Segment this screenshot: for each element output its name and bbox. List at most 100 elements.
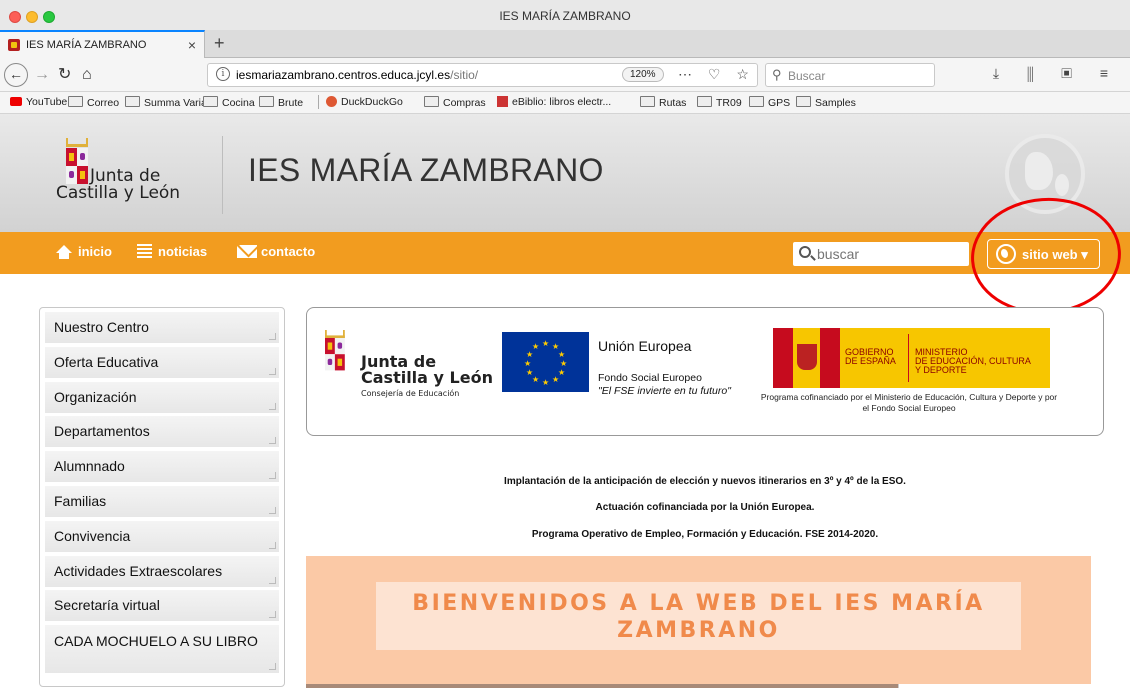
coat-of-arms-icon [325, 338, 345, 371]
site-header: Junta de Castilla y León IES MARÍA ZAMBR… [0, 114, 1130, 232]
bookmark-gps[interactable]: GPS [749, 96, 790, 109]
eu-flag-icon: ★ ★ ★ ★ ★ ★ ★ ★ ★ ★ ★ ★ [502, 332, 589, 392]
globe-icon [996, 244, 1016, 264]
reload-button[interactable]: ↻ [58, 64, 71, 86]
logo-line2: Castilla y León [56, 183, 181, 203]
eu-motto: "El FSE invierte en tu futuro" [598, 385, 731, 397]
junta-castilla-leon-logo[interactable]: Junta de Castilla y León [56, 134, 216, 214]
globe-watermark-icon [1005, 134, 1085, 214]
site-info-icon[interactable]: i [216, 67, 230, 81]
sidebar-item-convivencia[interactable]: Convivencia [45, 520, 279, 552]
crown-icon [325, 330, 345, 339]
bookmark-ebiblio[interactable]: eBiblio: libros electr... [497, 96, 611, 108]
bookmark-separator [318, 95, 319, 109]
zoom-level-badge[interactable]: 120% [622, 67, 664, 82]
welcome-line1: BIENVENIDOS A LA WEB DEL IES MARÍA [412, 591, 985, 616]
nav-inicio-label: inicio [78, 244, 112, 259]
welcome-photo [306, 684, 898, 688]
bookmark-summa-varia[interactable]: Summa Varia [125, 96, 207, 109]
bookmark-duckduckgo[interactable]: DuckDuckGo [326, 96, 403, 108]
sidebar-item-cada-mochuelo[interactable]: CADA MOCHUELO A SU LIBRO [45, 625, 279, 674]
site-search-input[interactable] [817, 246, 962, 262]
eu-title: Unión Europea [598, 338, 692, 354]
crown-icon [66, 138, 88, 147]
nav-contacto-label: contacto [261, 244, 316, 259]
bookmark-rutas[interactable]: Rutas [640, 96, 686, 109]
toolbar-icons[interactable]: ⤓ ⫼ ▣ ≡ [993, 65, 1120, 82]
sitio-web-dropdown-button[interactable]: sitio web ▾ [987, 239, 1100, 269]
sidebar-item-familias[interactable]: Familias [45, 485, 279, 517]
cofinancing-caption: Programa cofinanciado por el Ministerio … [760, 392, 1058, 413]
site-title: IES MARÍA ZAMBRANO [248, 152, 604, 188]
bookmarks-bar: YouTube Correo Summa Varia Cocina Brute … [0, 92, 1130, 114]
gov-separator [908, 334, 909, 382]
browser-search-bar[interactable]: ⚲ Buscar [765, 63, 935, 87]
home-button[interactable]: ⌂ [82, 64, 92, 86]
back-button[interactable]: ← [4, 63, 28, 87]
url-host: iesmariazambrano.centros.educa.jcyl.es [236, 68, 451, 82]
notice-line-3: Programa Operativo de Empleo, Formación … [531, 529, 879, 540]
site-search-box[interactable] [793, 242, 969, 266]
close-tab-icon[interactable]: × [188, 37, 196, 53]
welcome-line2: ZAMBRANO [617, 618, 780, 643]
notice-line-2: Actuación cofinanciada por la Unión Euro… [595, 502, 815, 513]
sidebar-item-secretaria-virtual[interactable]: Secretaría virtual [45, 590, 279, 622]
page-actions-icons[interactable]: ⋯ ♡ ☆ [678, 66, 755, 83]
site-favicon-icon [8, 39, 20, 51]
notice-line-1: Implantación de la anticipación de elecc… [504, 476, 906, 487]
gobierno-espana-text: GOBIERNO DE ESPAÑA [845, 347, 896, 366]
url-path: /sitio/ [450, 68, 479, 82]
url-text[interactable]: iesmariazambrano.centros.educa.jcyl.es/s… [236, 68, 478, 82]
header-divider [222, 136, 223, 214]
sidebar-item-nuestro-centro[interactable]: Nuestro Centro [45, 312, 279, 343]
jcyl-small-line3: Consejería de Educación [361, 389, 460, 398]
sidebar-item-organizacion[interactable]: Organización [45, 381, 279, 413]
bookmark-tr09[interactable]: TR09 [697, 96, 742, 109]
search-icon [799, 246, 811, 258]
spain-flag-icon [773, 328, 840, 388]
bookmark-samples[interactable]: Samples [796, 96, 856, 109]
junta-castilla-leon-small-logo: Junta de Castilla y León Consejería de E… [325, 330, 493, 400]
sidebar-item-oferta-educativa[interactable]: Oferta Educativa [45, 346, 279, 378]
cofinancing-logos-panel: Junta de Castilla y León Consejería de E… [306, 307, 1104, 436]
welcome-side-panel [898, 684, 1091, 688]
sidebar-item-alumnado[interactable]: Alumnnado [45, 451, 279, 483]
site-nav-bar: inicio noticias contacto sitio web ▾ [0, 232, 1130, 274]
bookmark-cocina[interactable]: Cocina [203, 96, 255, 109]
welcome-banner: BIENVENIDOS A LA WEB DEL IES MARÍA ZAMBR… [306, 556, 1091, 688]
bookmark-brute[interactable]: Brute [259, 96, 303, 109]
jcyl-small-line2: Castilla y León [361, 368, 493, 387]
spain-coat-of-arms-icon [795, 342, 819, 372]
home-icon [56, 245, 72, 259]
bookmark-correo[interactable]: Correo [68, 96, 119, 109]
sitio-web-label: sitio web ▾ [1022, 247, 1088, 262]
sidebar-menu: Nuestro Centro Oferta Educativa Organiza… [39, 307, 285, 687]
ministerio-educacion-logo: GOBIERNO DE ESPAÑA MINISTERIO DE EDUCACI… [773, 328, 1050, 388]
bookmark-compras[interactable]: Compras [424, 96, 486, 109]
browser-search-placeholder: Buscar [788, 69, 826, 83]
new-tab-button[interactable]: + [214, 33, 225, 54]
mail-icon [237, 245, 257, 258]
news-icon [137, 244, 152, 258]
sidebar-item-actividades-extraescolares[interactable]: Actividades Extraescolares [45, 555, 279, 587]
browser-toolbar: ← → ↻ ⌂ i iesmariazambrano.centros.educa… [0, 58, 1130, 92]
bookmark-youtube[interactable]: YouTube [10, 96, 67, 108]
eu-fund: Fondo Social Europeo [598, 372, 702, 384]
window-title: IES MARÍA ZAMBRANO [499, 9, 631, 23]
coat-of-arms-icon [66, 148, 88, 184]
search-icon: ⚲ [772, 67, 782, 82]
address-bar[interactable]: i iesmariazambrano.centros.educa.jcyl.es… [207, 63, 758, 87]
tab-strip: IES MARÍA ZAMBRANO × + [0, 30, 1130, 58]
nav-noticias[interactable]: noticias [137, 244, 207, 259]
ministerio-text: MINISTERIO DE EDUCACIÓN, CULTURA Y DEPOR… [915, 347, 1031, 375]
welcome-text: BIENVENIDOS A LA WEB DEL IES MARÍA ZAMBR… [376, 590, 1021, 644]
welcome-text-box: BIENVENIDOS A LA WEB DEL IES MARÍA ZAMBR… [376, 582, 1021, 650]
nav-inicio[interactable]: inicio [56, 244, 112, 259]
nav-contacto[interactable]: contacto [237, 244, 315, 259]
nav-noticias-label: noticias [158, 244, 208, 259]
sidebar-item-departamentos[interactable]: Departamentos [45, 416, 279, 448]
tab-title: IES MARÍA ZAMBRANO [26, 39, 147, 51]
window-titlebar: IES MARÍA ZAMBRANO [0, 0, 1130, 30]
forward-button[interactable]: → [34, 64, 50, 86]
tab-ies-maria-zambrano[interactable]: IES MARÍA ZAMBRANO × [0, 30, 205, 58]
